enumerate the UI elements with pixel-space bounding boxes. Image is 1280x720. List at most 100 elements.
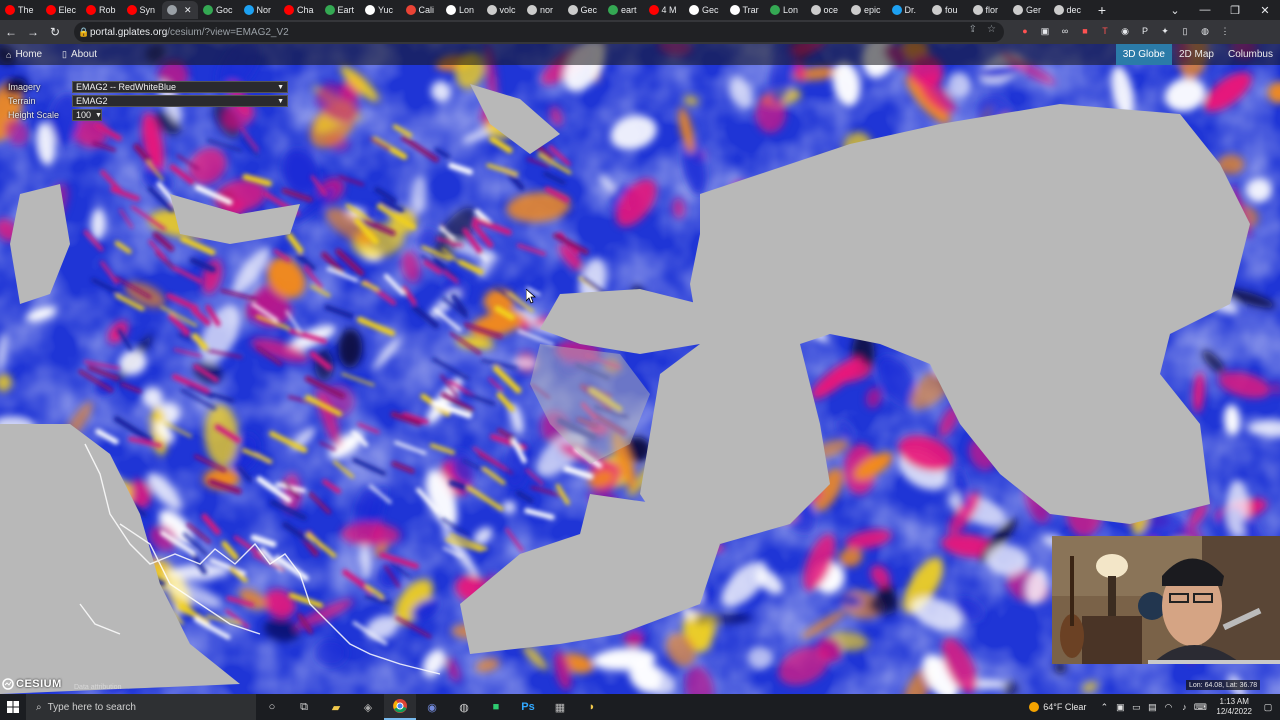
cortana-icon[interactable]: ○ bbox=[256, 694, 288, 720]
browser-tab[interactable]: Cali bbox=[401, 1, 442, 19]
browser-tab[interactable]: 4 M bbox=[644, 1, 685, 19]
tab-label: Gec bbox=[702, 5, 719, 15]
new-tab-button[interactable]: + bbox=[1093, 2, 1111, 18]
tab-label: Yuc bbox=[378, 5, 394, 15]
browser-tab[interactable]: Gec bbox=[684, 1, 725, 19]
tab-favicon-icon bbox=[86, 5, 96, 15]
tab-label: Elec bbox=[58, 5, 77, 15]
browser-tab[interactable]: Elec bbox=[41, 1, 82, 19]
taskbar-search-box[interactable]: ⌕ Type here to search bbox=[26, 694, 256, 720]
photoshop-icon[interactable]: Ps bbox=[512, 694, 544, 720]
browser-tab[interactable]: Rob bbox=[81, 1, 122, 19]
app-icon-3[interactable]: ■ bbox=[480, 694, 512, 720]
browser-tab[interactable]: Yuc bbox=[360, 1, 401, 19]
browser-tab[interactable]: Lon bbox=[765, 1, 806, 19]
browser-tab[interactable]: nor bbox=[522, 1, 563, 19]
browser-tab[interactable]: Syn bbox=[122, 1, 163, 19]
tray-app-icon[interactable]: ▣ bbox=[1114, 701, 1126, 713]
home-link[interactable]: ⌂ Home bbox=[2, 47, 46, 62]
app-icon-1[interactable]: ◈ bbox=[352, 694, 384, 720]
file-explorer-icon[interactable]: ▰ bbox=[320, 694, 352, 720]
tab-label: Trar bbox=[742, 5, 759, 15]
tab-close-icon[interactable]: ✕ bbox=[184, 5, 192, 16]
extensions-puzzle-icon[interactable]: ✦ bbox=[1158, 24, 1172, 38]
task-view-icon[interactable]: ⧉ bbox=[288, 694, 320, 720]
tab-search-icon[interactable]: ⌄ bbox=[1160, 0, 1190, 20]
browser-tab[interactable]: epic bbox=[846, 1, 887, 19]
extension-glasses-icon[interactable]: ∞ bbox=[1058, 24, 1072, 38]
tab-label: Nor bbox=[256, 5, 272, 15]
browser-tab[interactable]: Gec bbox=[563, 1, 604, 19]
map-viewport[interactable]: ⌂ Home ▯ About 3D Globe 2D Map Columbus Im… bbox=[0, 44, 1280, 694]
tab-favicon-icon bbox=[1053, 5, 1064, 15]
sidebar-toggle-icon[interactable]: ▯ bbox=[1178, 24, 1192, 38]
browser-tab[interactable]: Cha bbox=[279, 1, 320, 19]
network-icon[interactable]: ▭ bbox=[1130, 701, 1142, 713]
profile-avatar-icon[interactable]: ◍ bbox=[1198, 24, 1212, 38]
restore-button[interactable]: ❐ bbox=[1220, 0, 1250, 20]
browser-tab[interactable]: Lon bbox=[441, 1, 482, 19]
app-icon-5[interactable]: ◗ bbox=[576, 694, 608, 720]
chrome-icon[interactable] bbox=[384, 694, 416, 720]
app-icon-4[interactable]: ▦ bbox=[544, 694, 576, 720]
browser-tab[interactable]: Nor bbox=[239, 1, 280, 19]
browser-tab[interactable]: ✕ bbox=[162, 1, 198, 19]
back-button[interactable]: ← bbox=[0, 21, 22, 43]
tray-overflow-icon[interactable]: ⌃ bbox=[1098, 701, 1110, 713]
terrain-select[interactable]: EMAG2 ▼ bbox=[72, 95, 288, 107]
extension-tp-icon[interactable]: T bbox=[1098, 24, 1112, 38]
browser-tab[interactable]: oce bbox=[806, 1, 847, 19]
extension-red-icon[interactable]: ■ bbox=[1078, 24, 1092, 38]
volume-icon[interactable]: ♪ bbox=[1178, 701, 1190, 713]
clock[interactable]: 1:13 AM 12/4/2022 bbox=[1216, 697, 1252, 717]
close-window-button[interactable]: ✕ bbox=[1250, 0, 1280, 20]
tab-favicon-icon bbox=[45, 5, 56, 15]
layer-controls: Imagery EMAG2 -- RedWhiteBlue ▼ Terrain E… bbox=[8, 80, 288, 122]
tab-label: oce bbox=[823, 5, 839, 15]
weather-widget[interactable]: 64°F Clear bbox=[1029, 702, 1086, 712]
mode-columbus[interactable]: Columbus bbox=[1221, 44, 1280, 65]
webcam-overlay bbox=[1052, 536, 1280, 664]
about-link[interactable]: ▯ About bbox=[58, 47, 101, 62]
notifications-icon[interactable]: ▢ bbox=[1262, 701, 1274, 713]
url-text: portal.gplates.org/cesium/?view=EMAG2_V2 bbox=[90, 26, 289, 38]
windows-taskbar: ⌕ Type here to search ○ ⧉ ▰ ◈ ◉ ◍ ■ Ps ▦… bbox=[0, 694, 1280, 720]
browser-tab[interactable]: flor bbox=[968, 1, 1009, 19]
app-icon-2[interactable]: ◍ bbox=[448, 694, 480, 720]
discord-icon[interactable]: ◉ bbox=[416, 694, 448, 720]
wifi-icon[interactable]: ◠ bbox=[1162, 701, 1174, 713]
browser-tab[interactable]: eart bbox=[603, 1, 644, 19]
extension-pv-icon[interactable]: P bbox=[1138, 24, 1152, 38]
mode-2d-map[interactable]: 2D Map bbox=[1172, 44, 1221, 65]
extension-record-icon[interactable]: ● bbox=[1018, 24, 1032, 38]
bookmark-star-icon[interactable]: ☆ bbox=[987, 24, 996, 35]
minimize-button[interactable]: — bbox=[1190, 0, 1220, 20]
browser-tab[interactable]: Ger bbox=[1008, 1, 1049, 19]
reload-button[interactable]: ↻ bbox=[44, 21, 66, 43]
keyboard-icon[interactable]: ⌨ bbox=[1194, 701, 1207, 713]
cesium-logo[interactable]: CESIUM bbox=[2, 678, 62, 690]
system-tray: 64°F Clear ⌃ ▣ ▭ ▤ ◠ ♪ ⌨ 1:13 AM 12/4/20… bbox=[1029, 694, 1280, 720]
browser-tab[interactable]: volc bbox=[482, 1, 523, 19]
browser-tab[interactable]: Trar bbox=[725, 1, 766, 19]
forward-button[interactable]: → bbox=[22, 21, 44, 43]
extension-tool-icon[interactable]: ▣ bbox=[1038, 24, 1052, 38]
browser-tab[interactable]: Goc bbox=[198, 1, 239, 19]
height-scale-select[interactable]: 100 ▼ bbox=[72, 109, 102, 121]
map-credits[interactable]: Data attribution bbox=[74, 684, 121, 691]
browser-tab[interactable]: dec bbox=[1049, 1, 1090, 19]
browser-tab[interactable]: fou bbox=[927, 1, 968, 19]
browser-tab[interactable]: Dr. bbox=[887, 1, 928, 19]
tab-label: Lon bbox=[459, 5, 475, 15]
extension-circle-icon[interactable]: ◉ bbox=[1118, 24, 1132, 38]
share-icon[interactable]: ⇪ bbox=[969, 24, 977, 35]
mode-3d-globe[interactable]: 3D Globe bbox=[1115, 44, 1172, 65]
windows-start-button[interactable] bbox=[0, 694, 26, 720]
browser-tab[interactable]: Eart bbox=[320, 1, 361, 19]
tab-label: Lon bbox=[783, 5, 799, 15]
url-bar[interactable]: 🔒 portal.gplates.org/cesium/?view=EMAG2_… bbox=[74, 22, 1004, 42]
browser-menu-icon[interactable]: ⋮ bbox=[1218, 24, 1232, 38]
imagery-select[interactable]: EMAG2 -- RedWhiteBlue ▼ bbox=[72, 81, 288, 93]
browser-tab[interactable]: The bbox=[0, 1, 41, 19]
display-icon[interactable]: ▤ bbox=[1146, 701, 1158, 713]
